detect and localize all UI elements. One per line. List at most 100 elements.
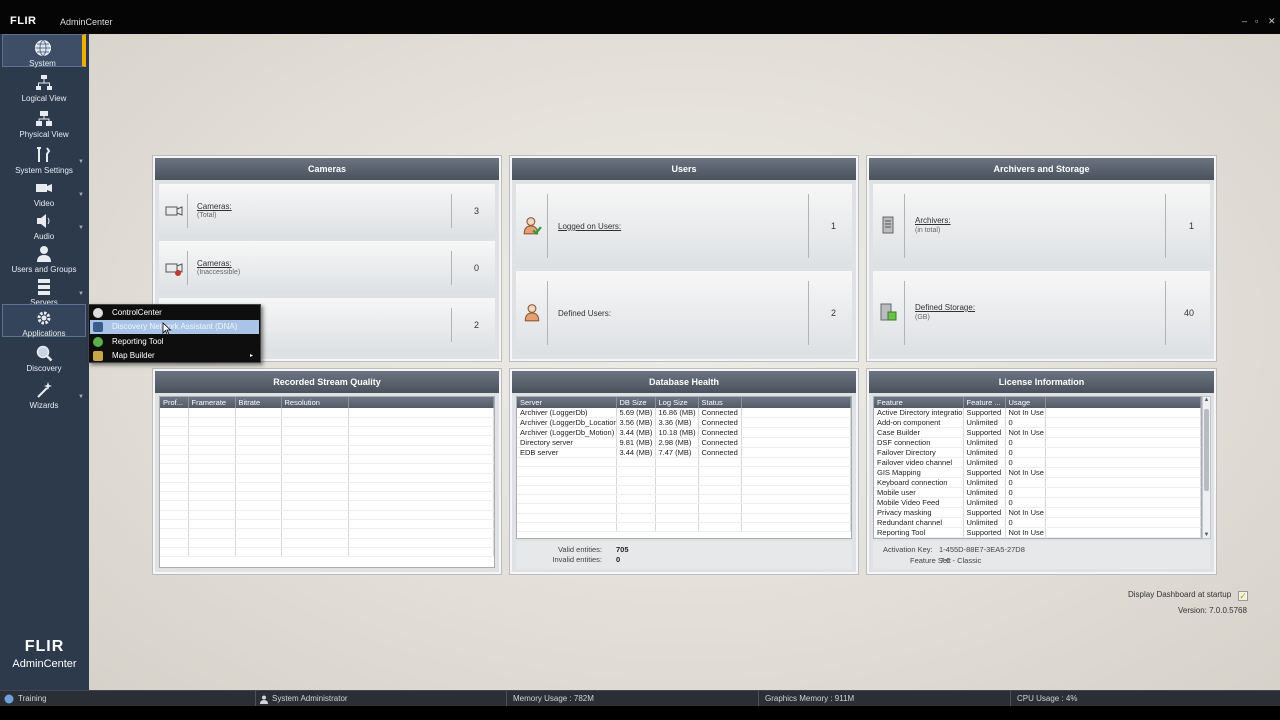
table-row[interactable]: Archiver (LoggerDb_Motion) 3.44 (MB) 10.18… xyxy=(517,427,851,438)
sidebar-item-label: System xyxy=(29,59,56,68)
cell: EDB server xyxy=(517,447,617,458)
cameras-total-label[interactable]: Cameras: xyxy=(197,202,232,211)
users-panel: Users Logged on Users: 1 Defined Users: … xyxy=(510,156,858,361)
column-header[interactable]: Resolution xyxy=(281,397,349,408)
scroll-up-icon[interactable]: ▲ xyxy=(1203,397,1210,403)
cell: Failover Directory xyxy=(874,447,964,458)
cell: Not In Use xyxy=(1005,527,1046,538)
logged-on-users-label[interactable]: Logged on Users: xyxy=(558,222,621,231)
table-row[interactable]: DSF connection Unlimited 0 xyxy=(874,437,1201,448)
sidebar-item-physical-view[interactable]: Physical View xyxy=(2,106,86,139)
cell: Directory server xyxy=(517,437,617,448)
menu-item-label: Reporting Tool xyxy=(112,337,164,346)
sidebar-item-label: Logical View xyxy=(21,94,67,103)
restore-button[interactable]: ▫ xyxy=(1255,16,1258,26)
empty-rows xyxy=(160,408,494,558)
tree-icon xyxy=(36,75,52,90)
table-row[interactable]: Failover Directory Unlimited 0 xyxy=(874,447,1201,458)
column-header[interactable]: Feature ... xyxy=(963,397,1006,408)
table-row[interactable]: Mobile user Unlimited 0 xyxy=(874,487,1201,498)
panel-title: License Information xyxy=(869,371,1214,393)
expand-arrow-icon: ▼ xyxy=(78,192,84,198)
close-button[interactable]: ✕ xyxy=(1268,16,1276,27)
sidebar-item-video[interactable]: Video ▼ xyxy=(2,175,86,208)
table-row[interactable]: Failover video channel Unlimited 0 xyxy=(874,457,1201,468)
stream-quality-grid[interactable]: Prof... Framerate Bitrate Resolution xyxy=(159,396,495,568)
license-grid[interactable]: Feature Feature ... Usage Active Directo… xyxy=(873,396,1202,539)
scroll-thumb[interactable] xyxy=(1204,409,1209,491)
table-row[interactable]: GIS Mapping Supported Not In Use xyxy=(874,467,1201,478)
cell: Supported xyxy=(963,507,1006,518)
display-dashboard-checkbox[interactable]: ✓ xyxy=(1238,591,1248,601)
column-header[interactable]: Feature xyxy=(874,397,964,408)
column-header[interactable]: Prof... xyxy=(160,397,189,408)
cell xyxy=(1045,537,1201,538)
sidebar-item-servers[interactable]: Servers ▼ xyxy=(2,274,86,307)
menu-item-controlcenter[interactable]: ControlCenter xyxy=(90,306,259,320)
table-row[interactable]: Archiver (LoggerDb) 5.69 (MB) 16.86 (MB) Co… xyxy=(517,408,851,418)
sidebar-item-label: Applications xyxy=(22,329,66,338)
cell: 7.47 (MB) xyxy=(655,447,699,458)
cell: 0 xyxy=(1005,517,1046,528)
license-scrollbar[interactable]: ▲ ▼ xyxy=(1202,396,1211,539)
table-row[interactable]: Case Builder Supported Not In Use xyxy=(874,427,1201,438)
user-online-icon xyxy=(523,217,542,235)
storage-icon xyxy=(880,303,897,321)
sidebar-item-label: Users and Groups xyxy=(11,265,77,274)
column-header[interactable]: Log Size xyxy=(655,397,699,408)
table-row[interactable]: Mobile Video Feed Unlimited 0 xyxy=(874,497,1201,508)
sidebar-item-system-settings[interactable]: System Settings ▼ xyxy=(2,142,86,175)
table-row[interactable]: Keyboard connection Unlimited 0 xyxy=(874,477,1201,488)
table-row[interactable]: Reporting Tool Supported Not In Use xyxy=(874,527,1201,538)
status-memory: Memory Usage : 782M xyxy=(506,691,758,707)
table-row[interactable]: Add-on component Unlimited 0 xyxy=(874,417,1201,428)
table-row[interactable]: Archiver (LoggerDb_Location) 3.56 (MB) 3.3… xyxy=(517,417,851,428)
cell: Add-on component xyxy=(874,417,964,428)
cell: Archiver (LoggerDb_Location) xyxy=(517,417,617,428)
cell xyxy=(1045,517,1201,528)
sidebar-item-system[interactable]: System xyxy=(2,34,86,68)
table-row[interactable]: EDB server 3.44 (MB) 7.47 (MB) Connected xyxy=(517,447,851,458)
menu-item-dna[interactable]: Discovery Network Assistant (DNA) xyxy=(90,320,259,334)
table-row[interactable]: Active Directory integration Supported Not… xyxy=(874,408,1201,418)
archivers-label[interactable]: Archivers: xyxy=(915,216,951,225)
table-row[interactable]: SceneTracker channelUnlimited0 xyxy=(874,537,1201,538)
table-row[interactable]: Redundant channel Unlimited 0 xyxy=(874,517,1201,528)
cameras-inaccessible-label[interactable]: Cameras: xyxy=(197,259,232,268)
cell: Unlimited xyxy=(963,517,1006,528)
title-bar: FLIR AdminCenter – ▫ ✕ xyxy=(0,0,1280,34)
scroll-down-icon[interactable]: ▼ xyxy=(1203,532,1210,538)
cell: Supported xyxy=(963,467,1006,478)
sidebar-item-wizards[interactable]: Wizards ▼ xyxy=(2,377,86,410)
minimize-button[interactable]: – xyxy=(1242,16,1247,26)
column-header[interactable]: Bitrate xyxy=(235,397,282,408)
cell xyxy=(1045,457,1201,468)
cell: SceneTracker channel xyxy=(874,537,964,538)
panel-title: Users xyxy=(512,158,856,180)
column-header[interactable]: Usage xyxy=(1005,397,1046,408)
sidebar-item-logical-view[interactable]: Logical View xyxy=(2,70,86,103)
column-header[interactable]: Status xyxy=(698,397,742,408)
column-header[interactable]: Server xyxy=(517,397,617,408)
column-header[interactable]: DB Size xyxy=(616,397,656,408)
user-icon xyxy=(524,304,540,322)
menu-item-reporting-tool[interactable]: Reporting Tool xyxy=(90,335,259,349)
cell: Connected xyxy=(698,437,742,448)
table-row[interactable]: Privacy masking Supported Not In Use xyxy=(874,507,1201,518)
separator xyxy=(187,251,188,285)
menu-item-map-builder[interactable]: Map Builder ▸ xyxy=(90,349,259,363)
cell xyxy=(741,447,851,458)
sidebar-item-discovery[interactable]: Discovery xyxy=(2,340,86,373)
table-row[interactable]: Directory server 9.81 (MB) 2.98 (MB) Connec… xyxy=(517,437,851,448)
cell: 3.36 (MB) xyxy=(655,417,699,428)
sidebar-item-users-and-groups[interactable]: Users and Groups xyxy=(2,241,86,274)
database-health-grid[interactable]: Server DB Size Log Size Status Archiver … xyxy=(516,396,852,539)
column-header[interactable]: Framerate xyxy=(188,397,236,408)
sidebar-item-applications[interactable]: Applications xyxy=(2,304,86,338)
wand-icon xyxy=(37,382,52,398)
defined-storage-label[interactable]: Defined Storage: xyxy=(915,303,975,312)
camera-icon xyxy=(36,184,52,192)
globe-icon xyxy=(34,40,51,56)
cell xyxy=(1045,417,1201,428)
sidebar-item-audio[interactable]: Audio ▼ xyxy=(2,208,86,241)
